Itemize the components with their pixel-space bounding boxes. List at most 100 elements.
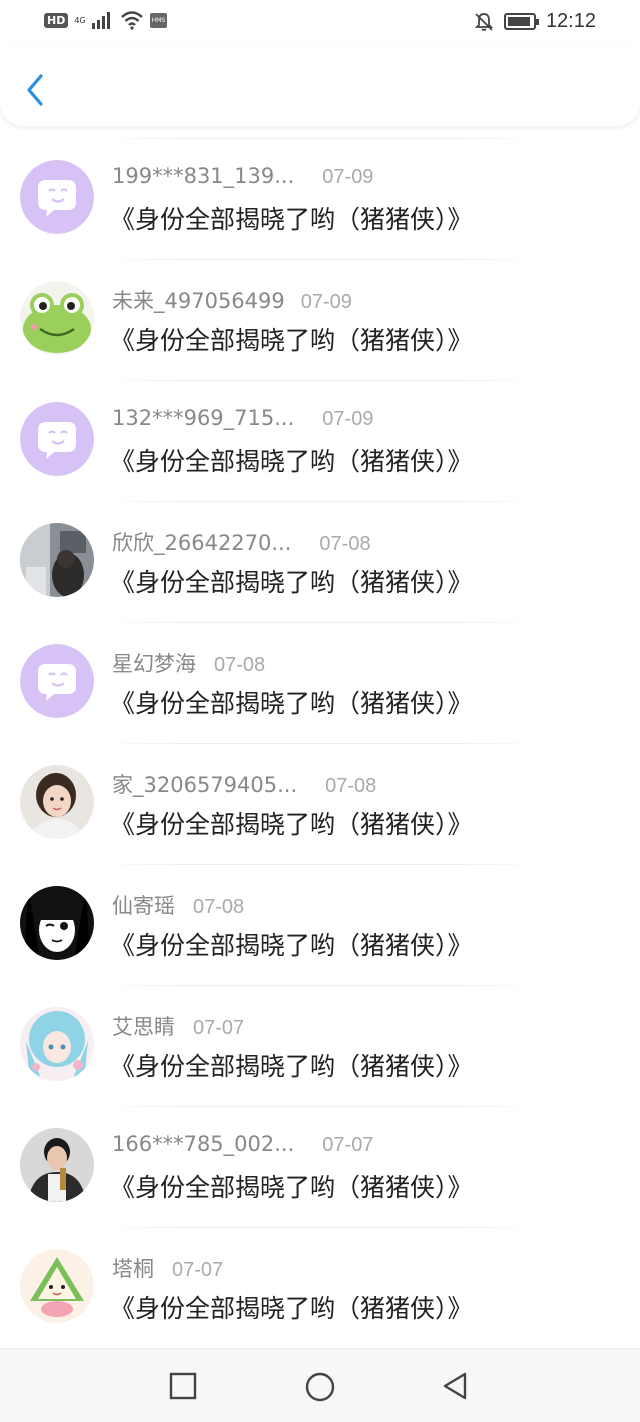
item-meta: 家_3206579405... 07-08 — [112, 769, 376, 799]
home-button[interactable] — [304, 1371, 335, 1402]
item-meta: 199***831_139... 07-09 — [112, 164, 373, 189]
battery-icon — [503, 13, 539, 30]
user-name: 132***969_715... — [112, 406, 295, 430]
man-photo-avatar — [20, 1128, 94, 1202]
list-item[interactable]: 199***831_139... 07-09 《身份全部揭晓了哟（猪猪侠）》 — [0, 138, 640, 259]
list-item[interactable]: 166***785_002... 07-07 《身份全部揭晓了哟（猪猪侠）》 — [0, 1106, 640, 1227]
circle-icon — [305, 1372, 335, 1402]
photo-avatar — [20, 523, 94, 597]
item-message: 《身份全部揭晓了哟（猪猪侠）》 — [110, 568, 473, 597]
item-message: 《身份全部揭晓了哟（猪猪侠）》 — [110, 931, 473, 960]
system-nav-bar — [0, 1348, 640, 1422]
recent-apps-button[interactable] — [168, 1371, 198, 1401]
network-label: 4G — [74, 15, 86, 25]
square-icon — [169, 1372, 197, 1400]
item-date: 07-08 — [193, 896, 245, 918]
item-date: 07-09 — [322, 408, 374, 430]
status-bar: HD 4G HMS 12:12 — [0, 0, 640, 44]
divider — [100, 864, 540, 865]
divider — [100, 622, 540, 623]
item-date: 07-07 — [172, 1259, 224, 1281]
item-message: 《身份全部揭晓了哟（猪猪侠）》 — [110, 689, 473, 718]
status-right: 12:12 — [474, 10, 596, 33]
notifications-off-icon — [474, 12, 494, 31]
avatar[interactable] — [20, 1249, 94, 1323]
triangle-back-icon — [443, 1372, 467, 1400]
item-message: 《身份全部揭晓了哟（猪猪侠）》 — [110, 1052, 473, 1081]
hd-badge: HD — [44, 12, 69, 28]
divider — [100, 380, 540, 381]
divider — [100, 743, 540, 744]
rice-dumpling-avatar — [20, 1249, 94, 1323]
divider — [100, 259, 540, 260]
avatar[interactable] — [20, 402, 94, 476]
avatar[interactable] — [20, 644, 94, 718]
avatar[interactable] — [20, 1007, 94, 1081]
item-message: 《身份全部揭晓了哟（猪猪侠）》 — [110, 1173, 473, 1202]
avatar[interactable] — [20, 160, 94, 234]
back-button[interactable] — [22, 72, 52, 108]
user-name: 家_3206579405... — [112, 773, 298, 797]
user-name: 仙寄瑶 — [112, 894, 175, 918]
clock: 12:12 — [545, 10, 596, 32]
item-meta: 塔桐 07-07 — [112, 1253, 223, 1283]
avatar[interactable] — [20, 523, 94, 597]
divider — [100, 501, 540, 502]
wifi-icon — [120, 11, 143, 30]
user-name: 艾思睛 — [112, 1015, 175, 1039]
child-photo-avatar — [20, 765, 94, 839]
divider — [100, 1106, 540, 1107]
item-date: 07-08 — [325, 775, 377, 797]
item-date: 07-07 — [322, 1134, 374, 1156]
user-name: 199***831_139... — [112, 164, 295, 188]
list-item[interactable]: 星幻梦海 07-08 《身份全部揭晓了哟（猪猪侠）》 — [0, 622, 640, 743]
back-nav-button[interactable] — [440, 1371, 470, 1401]
item-date: 07-09 — [300, 291, 352, 313]
status-left: HD 4G HMS — [44, 10, 168, 30]
item-meta: 艾思睛 07-07 — [112, 1011, 244, 1041]
purple-chat-icon — [20, 644, 94, 718]
item-date: 07-08 — [214, 654, 266, 676]
item-message: 《身份全部揭晓了哟（猪猪侠）》 — [110, 205, 473, 234]
divider — [100, 138, 540, 139]
list-item[interactable]: 塔桐 07-07 《身份全部揭晓了哟（猪猪侠）》 — [0, 1227, 640, 1348]
list-item[interactable]: 仙寄瑶 07-08 《身份全部揭晓了哟（猪猪侠）》 — [0, 864, 640, 985]
avatar[interactable] — [20, 1128, 94, 1202]
item-meta: 仙寄瑶 07-08 — [112, 890, 244, 920]
divider — [100, 985, 540, 986]
item-meta: 未来_497056499 07-09 — [112, 285, 352, 315]
avatar[interactable] — [20, 765, 94, 839]
avatar[interactable] — [20, 886, 94, 960]
list-item[interactable]: 132***969_715... 07-09 《身份全部揭晓了哟（猪猪侠）》 — [0, 380, 640, 501]
user-name: 166***785_002... — [112, 1132, 295, 1156]
item-meta: 星幻梦海 07-08 — [112, 648, 265, 678]
anime-blue-hair-avatar — [20, 1007, 94, 1081]
user-name: 欣欣_26642270... — [112, 531, 292, 555]
list-item[interactable]: 家_3206579405... 07-08 《身份全部揭晓了哟（猪猪侠）》 — [0, 743, 640, 864]
purple-chat-icon — [20, 402, 94, 476]
item-message: 《身份全部揭晓了哟（猪猪侠）》 — [110, 447, 473, 476]
signal-icon — [91, 12, 110, 29]
item-message: 《身份全部揭晓了哟（猪猪侠）》 — [110, 1294, 473, 1323]
avatar[interactable] — [20, 281, 94, 355]
list-item[interactable]: 未来_497056499 07-09 《身份全部揭晓了哟（猪猪侠）》 — [0, 259, 640, 380]
message-list: 199***831_139... 07-09 《身份全部揭晓了哟（猪猪侠）》 未… — [0, 138, 640, 1348]
item-meta: 132***969_715... 07-09 — [112, 406, 373, 431]
anime-bw-avatar — [20, 886, 94, 960]
item-message: 《身份全部揭晓了哟（猪猪侠）》 — [110, 326, 473, 355]
item-date: 07-08 — [319, 533, 371, 555]
item-meta: 166***785_002... 07-07 — [112, 1132, 373, 1157]
item-date: 07-07 — [193, 1017, 245, 1039]
top-app-bar — [0, 44, 640, 126]
divider — [100, 1227, 540, 1228]
purple-chat-icon — [20, 160, 94, 234]
hms-badge: HMS — [149, 12, 168, 28]
list-item[interactable]: 艾思睛 07-07 《身份全部揭晓了哟（猪猪侠）》 — [0, 985, 640, 1106]
user-name: 塔桐 — [112, 1257, 154, 1281]
item-date: 07-09 — [322, 166, 374, 188]
chevron-left-icon — [27, 74, 43, 106]
item-meta: 欣欣_26642270... 07-08 — [112, 527, 371, 557]
list-item[interactable]: 欣欣_26642270... 07-08 《身份全部揭晓了哟（猪猪侠）》 — [0, 501, 640, 622]
frog-avatar — [20, 281, 94, 355]
user-name: 星幻梦海 — [112, 652, 196, 676]
